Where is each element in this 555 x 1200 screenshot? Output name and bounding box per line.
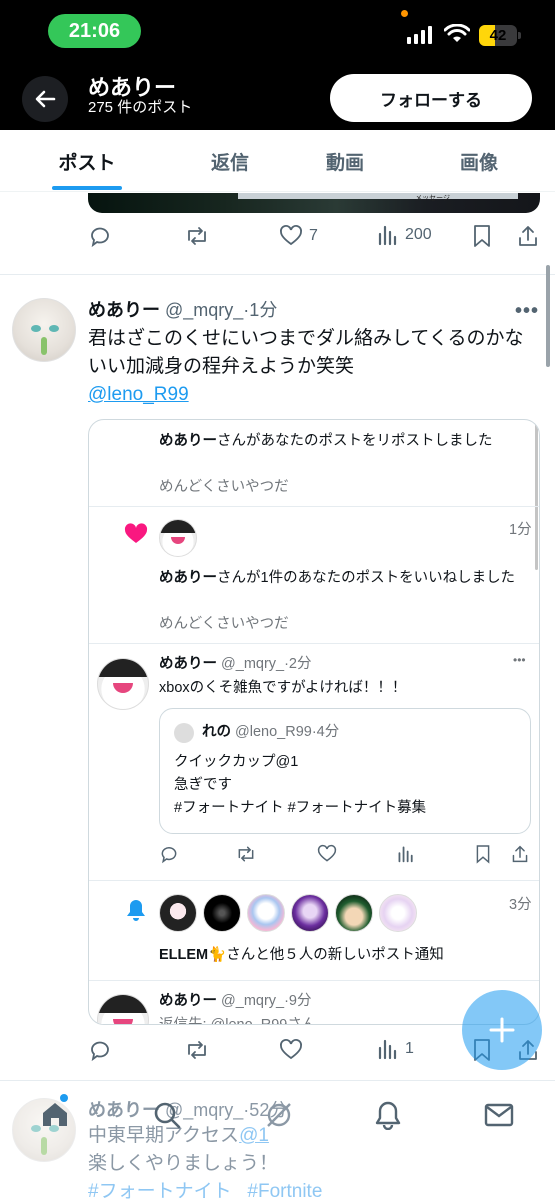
repost-button[interactable] xyxy=(184,224,210,248)
avatar xyxy=(97,658,149,710)
top-header: 21:06 42 めありー 275 件のポスト フォローする xyxy=(0,0,555,130)
views-button[interactable]: 200 xyxy=(377,224,432,246)
avatar[interactable] xyxy=(12,298,76,362)
bookmark-icon xyxy=(474,225,490,247)
timestamp: 3分 xyxy=(509,897,532,913)
back-button[interactable] xyxy=(22,76,68,122)
avatar xyxy=(174,723,194,743)
post-count: 275 件のポスト xyxy=(88,99,193,116)
bell-icon xyxy=(375,1101,401,1131)
view-count: 200 xyxy=(405,226,432,243)
compose-button[interactable] xyxy=(462,990,542,1070)
post-text: 君はざこのくせにいつまでダル絡みしてくるのかないい加減身の程弁えようか笑笑 xyxy=(88,328,524,377)
profile-tabs: ポスト 返信 動画 画像 xyxy=(0,130,555,192)
notification-like: めありーさんが1件のあなたのポストをいいねしました xyxy=(159,570,516,586)
analytics-icon xyxy=(378,1039,397,1060)
like-button[interactable]: 7 xyxy=(279,224,318,248)
messages-tab[interactable] xyxy=(484,1103,514,1132)
avatar xyxy=(97,994,149,1024)
like-button[interactable] xyxy=(279,1038,303,1062)
arrow-left-icon xyxy=(35,90,56,108)
heart-icon xyxy=(280,1039,302,1060)
reply-button[interactable] xyxy=(88,1038,112,1062)
repost-button[interactable] xyxy=(184,1038,210,1062)
search-tab[interactable] xyxy=(152,1100,182,1135)
heart-icon xyxy=(280,225,302,246)
notification-new-posts: ELLEM🐈さんと他５人の新しいポスト通知 xyxy=(159,947,444,963)
bookmark-button[interactable] xyxy=(472,224,492,248)
home-tab[interactable] xyxy=(40,1094,70,1133)
spaces-tab[interactable] xyxy=(264,1100,294,1135)
reply-button[interactable] xyxy=(88,224,112,248)
notification-repost: めありーさんがあなたのポストをリポストしました xyxy=(159,433,493,449)
reply-header: めありー @_mqry_·2分 xyxy=(159,656,312,672)
mic-indicator xyxy=(401,10,408,17)
wifi-icon xyxy=(443,23,471,49)
battery-level: 42 xyxy=(489,27,507,44)
notifications-tab[interactable] xyxy=(374,1100,402,1135)
post-header: めありー @_mqry_·1分 xyxy=(88,296,277,322)
attached-image[interactable]: めありーさんがあなたのポストをリポストしました めんどくさいやつだ 1分 めあり… xyxy=(88,419,540,1025)
view-count: 1 xyxy=(405,1040,414,1057)
active-tab-indicator xyxy=(52,186,122,190)
reply-icon xyxy=(91,227,109,248)
notification-sub: めんどくさいやつだ xyxy=(159,479,289,495)
author-name[interactable]: めありー xyxy=(88,300,160,320)
cellular-signal-icon xyxy=(407,26,432,44)
reply-icon xyxy=(91,1041,109,1062)
repost-icon xyxy=(188,1041,206,1059)
tab-replies[interactable]: 返信 xyxy=(175,130,285,192)
grok-icon xyxy=(267,1103,291,1127)
tab-media[interactable]: 画像 xyxy=(424,130,534,192)
follow-button[interactable]: フォローする xyxy=(330,74,532,122)
scrollbar[interactable] xyxy=(546,265,550,367)
more-options-icon: ••• xyxy=(513,653,526,667)
plus-icon xyxy=(489,1017,515,1043)
reply-icon xyxy=(161,847,177,864)
author-handle-time[interactable]: @_mqry_·1分 xyxy=(165,300,277,320)
tab-videos[interactable]: 動画 xyxy=(290,130,400,192)
search-icon xyxy=(154,1102,181,1129)
repost-icon xyxy=(188,227,206,245)
more-options-icon[interactable]: ••• xyxy=(515,300,539,323)
quoted-post: れの @leno_R99·4分 クイックカップ@1 急ぎです #フォートナイト … xyxy=(159,708,531,834)
heart-icon xyxy=(317,844,337,862)
share-button[interactable] xyxy=(517,224,539,248)
bell-filled-icon xyxy=(127,900,145,921)
mention-link[interactable]: @leno_R99 xyxy=(88,381,189,409)
mail-icon xyxy=(484,1103,514,1127)
views-button[interactable]: 1 xyxy=(377,1038,414,1060)
timestamp: 1分 xyxy=(509,522,532,538)
status-time: 21:06 xyxy=(48,14,141,48)
repost-icon xyxy=(238,846,254,862)
heart-filled-icon xyxy=(124,523,148,543)
analytics-icon xyxy=(398,846,413,863)
notification-sub: めんどくさいやつだ xyxy=(159,616,289,632)
analytics-icon xyxy=(378,225,397,246)
share-icon xyxy=(519,226,537,246)
like-count: 7 xyxy=(309,227,318,244)
battery-icon: 42 xyxy=(479,25,517,46)
bookmark-icon xyxy=(476,845,490,864)
share-icon xyxy=(512,845,528,863)
avatar xyxy=(159,519,197,557)
reply-text: xboxのくそ雑魚ですがよければ！！！ xyxy=(159,680,407,696)
tab-posts[interactable]: ポスト xyxy=(32,130,142,192)
post-header: めありー @_mqry_·52分 xyxy=(88,1100,288,1120)
post-image[interactable]: メッセージ xyxy=(88,193,540,213)
home-icon xyxy=(43,1103,67,1126)
